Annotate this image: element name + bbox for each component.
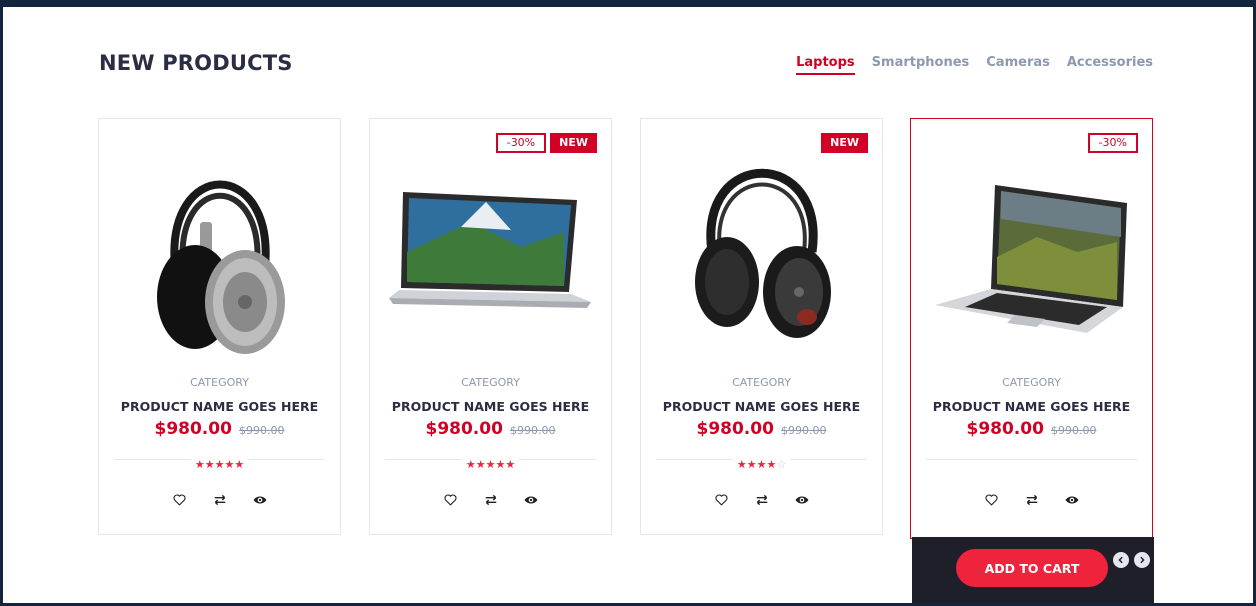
product-actions bbox=[99, 493, 340, 507]
divider bbox=[926, 459, 1137, 460]
star-icon: ★ bbox=[746, 458, 757, 471]
product-category[interactable]: CATEGORY bbox=[370, 376, 611, 389]
rating-stars: ★★★★★ bbox=[190, 458, 249, 471]
exchange-icon[interactable] bbox=[482, 493, 500, 507]
product-actions bbox=[370, 493, 611, 507]
product-name[interactable]: PRODUCT NAME GOES HERE bbox=[641, 399, 882, 414]
price-old: $990.00 bbox=[510, 424, 556, 437]
product-price: $980.00 $990.00 bbox=[911, 419, 1152, 439]
product-name[interactable]: PRODUCT NAME GOES HERE bbox=[911, 399, 1152, 414]
product-card[interactable]: NEW CATEGORY PRODUCT NAME GOES HERE $980… bbox=[640, 118, 883, 535]
product-rating: ★★★★☆ bbox=[656, 453, 867, 471]
price-current: $980.00 bbox=[696, 419, 774, 439]
add-to-cart-button[interactable]: ADD TO CART bbox=[956, 549, 1108, 587]
eye-icon[interactable] bbox=[1063, 493, 1081, 507]
price-old: $990.00 bbox=[239, 424, 285, 437]
heart-icon[interactable] bbox=[983, 493, 1001, 507]
price-current: $980.00 bbox=[966, 419, 1044, 439]
star-icon: ★ bbox=[485, 458, 496, 471]
product-category[interactable]: CATEGORY bbox=[99, 376, 340, 389]
product-image[interactable] bbox=[370, 127, 611, 367]
heart-icon[interactable] bbox=[442, 493, 460, 507]
product-price: $980.00 $990.00 bbox=[99, 419, 340, 439]
exchange-icon[interactable] bbox=[753, 493, 771, 507]
product-actions bbox=[641, 493, 882, 507]
star-icon: ★ bbox=[475, 458, 486, 471]
star-icon: ★ bbox=[736, 458, 747, 471]
product-category[interactable]: CATEGORY bbox=[911, 376, 1152, 389]
star-icon: ★ bbox=[756, 458, 767, 471]
product-image[interactable] bbox=[911, 127, 1152, 367]
product-price: $980.00 $990.00 bbox=[370, 419, 611, 439]
product-category[interactable]: CATEGORY bbox=[641, 376, 882, 389]
star-icon: ★ bbox=[495, 458, 506, 471]
tab-accessories[interactable]: Accessories bbox=[1067, 55, 1153, 75]
product-card[interactable]: -30% NEW CATEGORY PRODUCT NAME GOES HERE… bbox=[369, 118, 612, 535]
product-rating: ★★★★★ bbox=[114, 453, 325, 471]
product-image[interactable] bbox=[641, 127, 882, 367]
section-title: NEW PRODUCTS bbox=[99, 51, 293, 75]
chevron-left-icon[interactable] bbox=[1113, 552, 1129, 568]
star-icon: ★ bbox=[465, 458, 476, 471]
price-old: $990.00 bbox=[781, 424, 827, 437]
product-name[interactable]: PRODUCT NAME GOES HERE bbox=[99, 399, 340, 414]
product-name[interactable]: PRODUCT NAME GOES HERE bbox=[370, 399, 611, 414]
category-tabs: Laptops Smartphones Cameras Accessories bbox=[796, 55, 1153, 75]
product-rating bbox=[926, 453, 1137, 465]
product-image[interactable] bbox=[99, 127, 340, 367]
eye-icon[interactable] bbox=[251, 493, 269, 507]
product-price: $980.00 $990.00 bbox=[641, 419, 882, 439]
add-to-cart-bar: ADD TO CART bbox=[912, 537, 1154, 603]
price-current: $980.00 bbox=[425, 419, 503, 439]
eye-icon[interactable] bbox=[793, 493, 811, 507]
price-old: $990.00 bbox=[1051, 424, 1097, 437]
rating-stars: ★★★★☆ bbox=[732, 458, 791, 471]
product-actions bbox=[911, 493, 1152, 507]
tab-smartphones[interactable]: Smartphones bbox=[872, 55, 970, 75]
heart-icon[interactable] bbox=[171, 493, 189, 507]
star-icon: ★ bbox=[204, 458, 215, 471]
star-icon: ★ bbox=[194, 458, 205, 471]
page: NEW PRODUCTS Laptops Smartphones Cameras… bbox=[3, 7, 1253, 603]
rating-stars: ★★★★★ bbox=[461, 458, 520, 471]
exchange-icon[interactable] bbox=[1023, 493, 1041, 507]
star-icon: ★ bbox=[224, 458, 235, 471]
eye-icon[interactable] bbox=[522, 493, 540, 507]
exchange-icon[interactable] bbox=[211, 493, 229, 507]
chevron-right-icon[interactable] bbox=[1134, 552, 1150, 568]
star-icon: ★ bbox=[505, 458, 516, 471]
tab-cameras[interactable]: Cameras bbox=[986, 55, 1050, 75]
star-icon: ★ bbox=[234, 458, 245, 471]
product-card[interactable]: -30% CATEGORY PRODUCT NAME GOES HERE $98… bbox=[910, 118, 1153, 539]
star-icon: ★ bbox=[766, 458, 777, 471]
price-current: $980.00 bbox=[154, 419, 232, 439]
tab-laptops[interactable]: Laptops bbox=[796, 55, 855, 75]
heart-icon[interactable] bbox=[713, 493, 731, 507]
star-icon: ★ bbox=[214, 458, 225, 471]
star-empty-icon: ☆ bbox=[776, 458, 787, 471]
product-card[interactable]: CATEGORY PRODUCT NAME GOES HERE $980.00 … bbox=[98, 118, 341, 535]
product-rating: ★★★★★ bbox=[385, 453, 596, 471]
